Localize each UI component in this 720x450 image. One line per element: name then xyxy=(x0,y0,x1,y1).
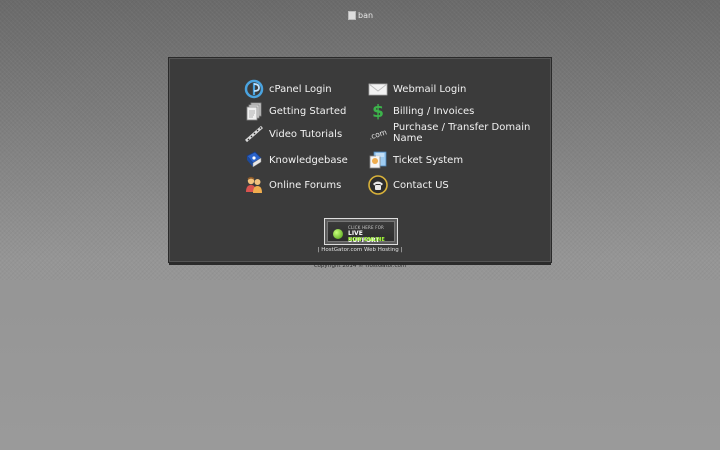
cpanel-login-link[interactable]: cPanel Login xyxy=(244,79,332,99)
getting-started-link[interactable]: Getting Started xyxy=(244,101,346,121)
purchase-transfer-domain-link[interactable]: .com Purchase / Transfer Domain Name xyxy=(368,122,533,144)
banner-alt-text: ban xyxy=(358,10,374,20)
billing-invoices-link[interactable]: $ Billing / Invoices xyxy=(368,101,474,121)
contact-us-link[interactable]: Contact US xyxy=(368,175,449,195)
video-tutorials-link[interactable]: Video Tutorials xyxy=(244,124,342,144)
dotcom-icon: .com xyxy=(368,127,388,141)
copyright-text: Copyright 2014 © HostGator.com xyxy=(313,263,407,269)
video-tutorials-label: Video Tutorials xyxy=(269,128,343,140)
webmail-login-label: Webmail Login xyxy=(393,83,467,95)
phone-icon xyxy=(368,175,388,195)
live-support-button-face: CLICK HERE FOR LIVE SUPPORT NOW ONLINE xyxy=(327,221,395,244)
live-support-line3: NOW ONLINE xyxy=(348,237,385,243)
svg-text:.com: .com xyxy=(368,127,388,141)
envelope-icon xyxy=(368,83,388,96)
billing-invoices-label: Billing / Invoices xyxy=(393,105,475,117)
ticket-system-link[interactable]: Ticket System xyxy=(368,150,463,170)
online-forums-link[interactable]: Online Forums xyxy=(244,175,341,195)
dollar-icon: $ xyxy=(372,102,384,121)
online-status-icon xyxy=(333,229,343,239)
cpanel-login-label: cPanel Login xyxy=(269,83,332,95)
hostgator-web-hosting-link[interactable]: | HostGator.com Web Hosting | xyxy=(169,247,551,253)
book-icon xyxy=(246,151,262,168)
documents-icon xyxy=(246,102,262,121)
contact-us-label: Contact US xyxy=(393,179,449,191)
cpanel-icon xyxy=(244,79,264,99)
live-support-button[interactable]: CLICK HERE FOR LIVE SUPPORT NOW ONLINE xyxy=(324,218,398,245)
svg-text:$: $ xyxy=(372,102,384,121)
links-panel: cPanel Login Getting Started Video Tutor… xyxy=(168,57,552,265)
users-icon xyxy=(246,176,262,193)
knowledgebase-link[interactable]: Knowledgebase xyxy=(244,150,348,170)
banner-image: ban xyxy=(348,9,373,21)
film-strip-icon xyxy=(245,125,263,143)
webmail-login-link[interactable]: Webmail Login xyxy=(368,79,466,99)
ticket-system-label: Ticket System xyxy=(393,154,464,166)
online-forums-label: Online Forums xyxy=(269,179,342,191)
broken-image-icon xyxy=(348,10,356,20)
purchase-transfer-domain-label: Purchase / Transfer Domain Name xyxy=(393,122,531,144)
ticket-icon xyxy=(369,151,387,169)
knowledgebase-label: Knowledgebase xyxy=(269,154,348,166)
getting-started-label: Getting Started xyxy=(269,105,347,117)
